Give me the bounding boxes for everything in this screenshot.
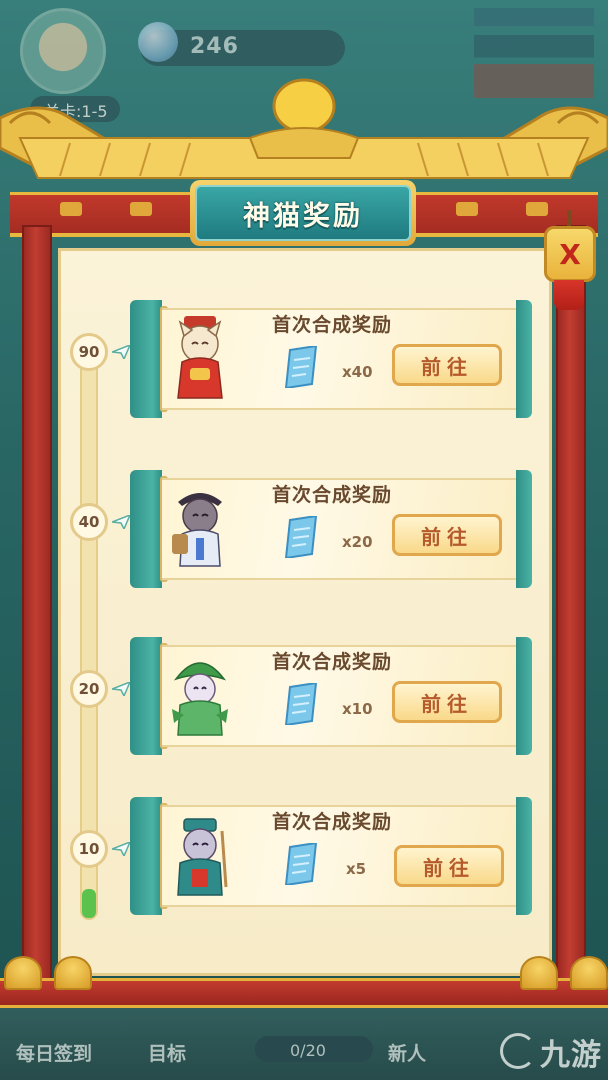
reward-card: 首次合成奖励 x5 前往 xyxy=(130,797,532,915)
reward-card: 首次合成奖励 x40 前往 xyxy=(130,300,532,418)
reward-title: 首次合成奖励 xyxy=(272,314,393,336)
left-pillar xyxy=(22,225,52,995)
ticket-icon xyxy=(284,346,318,388)
go-button[interactable]: 前往 xyxy=(392,514,502,556)
peach-ornament-icon xyxy=(272,78,336,134)
scroll-end-right xyxy=(516,637,532,755)
post-cap xyxy=(520,956,558,990)
lantern-tassel xyxy=(554,280,584,310)
reward-title: 首次合成奖励 xyxy=(272,651,393,673)
right-pillar xyxy=(556,225,586,995)
go-button-label: 前往 xyxy=(421,354,473,379)
close-label: X xyxy=(559,237,581,271)
title-plaque: 神猫奖励 xyxy=(190,180,416,246)
beam-ornament xyxy=(60,202,82,216)
reward-quantity: x40 xyxy=(342,363,373,381)
post-cap xyxy=(570,956,608,990)
go-button[interactable]: 前往 xyxy=(392,681,502,723)
reward-card: 首次合成奖励 x10 前往 xyxy=(130,637,532,755)
milestone-badge: 20 xyxy=(70,670,108,708)
ticket-icon xyxy=(284,516,318,558)
reward-quantity: x20 xyxy=(342,533,373,551)
post-cap xyxy=(54,956,92,990)
paper-plane-icon xyxy=(112,842,130,856)
beam-ornament xyxy=(456,202,478,216)
go-button-label: 前往 xyxy=(421,524,473,549)
scroll-end-left xyxy=(130,637,168,755)
scroll-end-left xyxy=(130,470,168,588)
ticket-icon xyxy=(284,683,318,725)
close-icon[interactable]: X xyxy=(544,226,596,282)
beam-ornament xyxy=(130,202,152,216)
go-button-label: 前往 xyxy=(423,855,475,880)
modal-title: 神猫奖励 xyxy=(243,200,363,232)
go-button[interactable]: 前往 xyxy=(394,845,504,887)
go-button-label: 前往 xyxy=(421,691,473,716)
scroll-end-left xyxy=(130,797,168,915)
post-cap xyxy=(4,956,42,990)
scroll-end-right xyxy=(516,470,532,588)
reward-title: 首次合成奖励 xyxy=(272,484,393,506)
scroll-end-right xyxy=(516,300,532,418)
scroll-end-right xyxy=(516,797,532,915)
go-button[interactable]: 前往 xyxy=(392,344,502,386)
milestone-badge: 10 xyxy=(70,830,108,868)
paper-plane-icon xyxy=(112,515,130,529)
scroll-end-left xyxy=(130,300,168,418)
paper-plane-icon xyxy=(112,682,130,696)
god-cat-icon xyxy=(177,818,228,896)
milestone-badge: 40 xyxy=(70,503,108,541)
ticket-icon xyxy=(284,843,318,885)
paper-plane-icon xyxy=(112,345,130,359)
god-cat-icon xyxy=(177,316,223,399)
title-inner: 神猫奖励 xyxy=(195,185,411,241)
close-button[interactable]: X xyxy=(540,210,600,310)
reward-card: 首次合成奖励 x20 前往 xyxy=(130,470,532,588)
god-cat-icon xyxy=(172,662,228,736)
milestone-badge: 90 xyxy=(70,333,108,371)
god-cat-icon xyxy=(172,493,222,567)
reward-quantity: x5 xyxy=(346,860,367,878)
reward-title: 首次合成奖励 xyxy=(272,811,393,833)
reward-quantity: x10 xyxy=(342,700,373,718)
progress-fill xyxy=(82,889,96,918)
